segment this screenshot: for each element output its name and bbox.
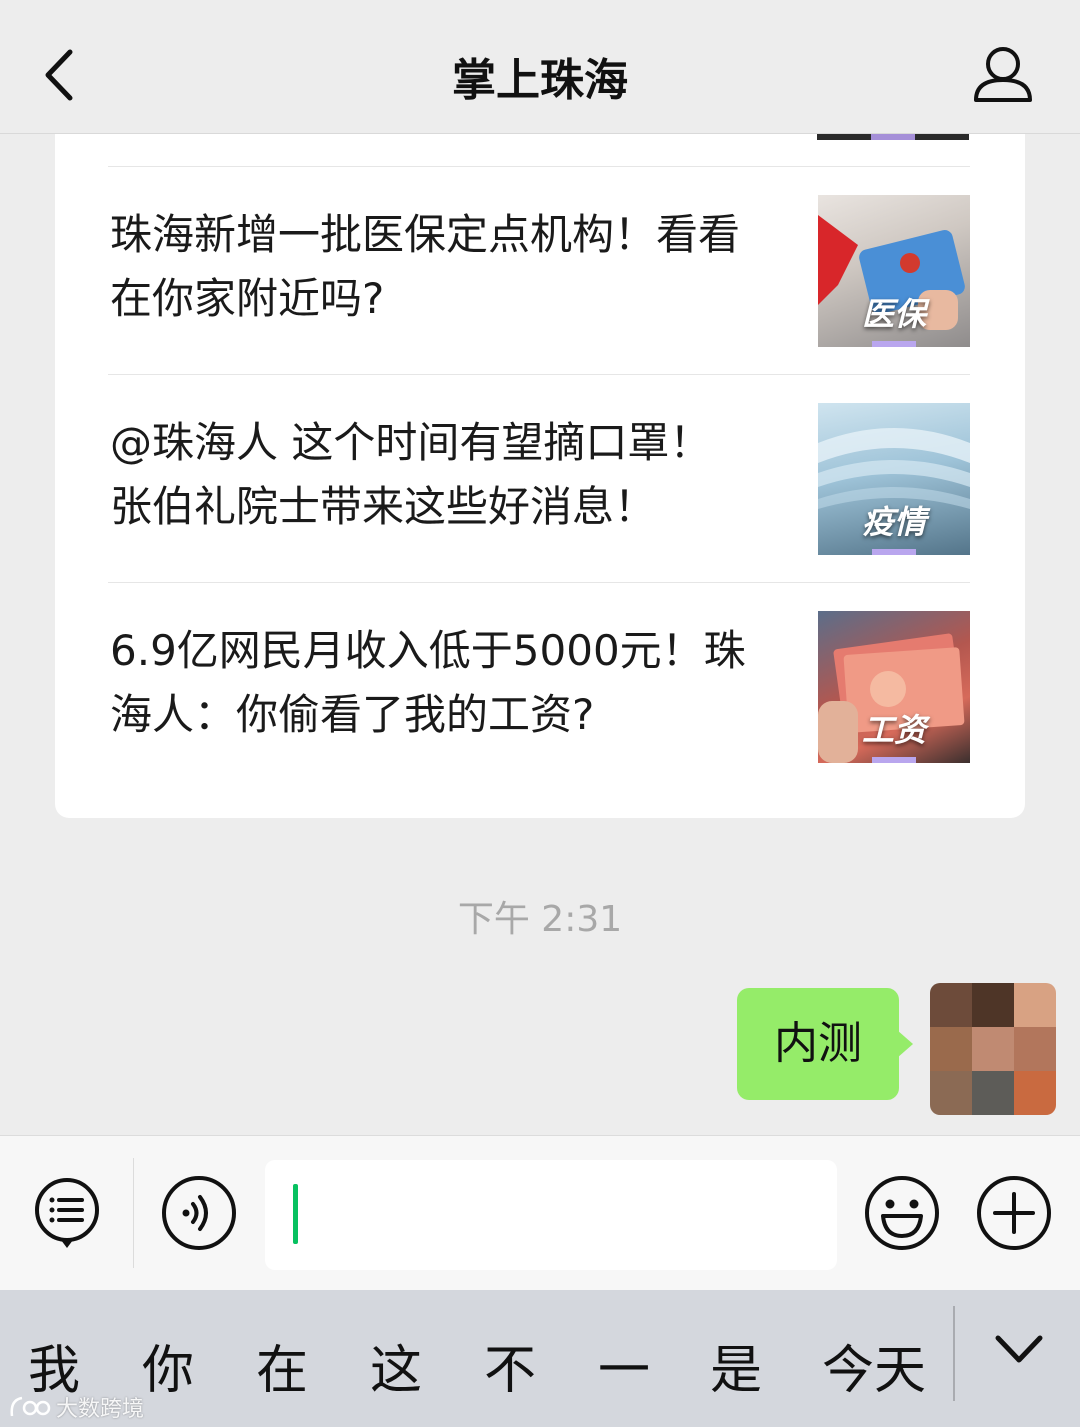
candidate-word[interactable]: 一 (598, 1328, 650, 1403)
plus-icon (977, 1176, 1051, 1250)
message-input[interactable] (265, 1160, 837, 1270)
article-title: 珠海新增一批医保定点机构！看看在你家附近吗? (110, 210, 741, 323)
nav-bar: 掌上珠海 (0, 0, 1080, 134)
article-title: @珠海人 这个时间有望摘口罩！张伯礼院士带来这些好消息！ (110, 418, 712, 531)
thumbnail-tag: 医保 (861, 295, 926, 333)
message-bubble[interactable]: 内测 (737, 988, 913, 1100)
divider (133, 1158, 134, 1268)
input-bar (0, 1135, 1080, 1290)
watermark: 大数跨境 (8, 1390, 144, 1424)
divider (953, 1306, 955, 1401)
list-menu-icon (35, 1178, 99, 1248)
article-item[interactable]: 6.9亿网民月收入低于5000元！珠海人：你偷看了我的工资? 工资 (108, 582, 970, 790)
menu-button[interactable] (28, 1174, 106, 1252)
candidate-word[interactable]: 不 (484, 1328, 536, 1403)
previous-thumbnail-edge (817, 134, 969, 140)
candidate-word[interactable]: 是 (710, 1328, 762, 1403)
official-account-profile-button[interactable] (968, 44, 1038, 106)
emoji-icon (865, 1176, 939, 1250)
collapse-candidates-button[interactable] (990, 1328, 1048, 1372)
person-icon (974, 47, 1032, 102)
article-thumbnail: 医保 (818, 195, 970, 347)
candidate-word[interactable]: 今天 (822, 1328, 926, 1403)
emoji-button[interactable] (863, 1174, 941, 1252)
avatar[interactable] (930, 983, 1056, 1115)
page-title: 掌上珠海 (452, 55, 628, 106)
thumbnail-accent (872, 757, 916, 763)
watermark-logo-icon (10, 1396, 51, 1417)
watermark-text: 大数跨境 (56, 1397, 145, 1422)
text-caret (293, 1184, 298, 1244)
thumbnail-tag: 工资 (861, 711, 926, 749)
article-title: 6.9亿网民月收入低于5000元！珠海人：你偷看了我的工资? (110, 626, 746, 739)
candidate-word[interactable]: 在 (256, 1328, 308, 1403)
voice-icon (162, 1176, 236, 1250)
article-item[interactable]: 珠海新增一批医保定点机构！看看在你家附近吗? 医保 (108, 166, 970, 374)
thumbnail-accent (872, 341, 916, 347)
keyboard-candidate-bar: 我 你 在 这 不 一 是 今天 (0, 1290, 1080, 1427)
article-item[interactable]: @珠海人 这个时间有望摘口罩！张伯礼院士带来这些好消息！ 疫情 (108, 374, 970, 582)
chevron-down-icon (995, 1335, 1043, 1363)
thumbnail-tag: 疫情 (861, 503, 926, 541)
more-button[interactable] (975, 1174, 1053, 1252)
candidate-word[interactable]: 你 (142, 1328, 194, 1403)
article-thumbnail: 工资 (818, 611, 970, 763)
article-card: 珠海新增一批医保定点机构！看看在你家附近吗? 医保 @珠海人 这个时间有望摘口罩… (55, 100, 1025, 818)
voice-button[interactable] (160, 1174, 238, 1252)
article-thumbnail: 疫情 (818, 403, 970, 555)
candidate-word[interactable]: 这 (370, 1328, 422, 1403)
message-timestamp: 下午 2:31 (457, 899, 623, 940)
thumbnail-accent (872, 549, 916, 555)
